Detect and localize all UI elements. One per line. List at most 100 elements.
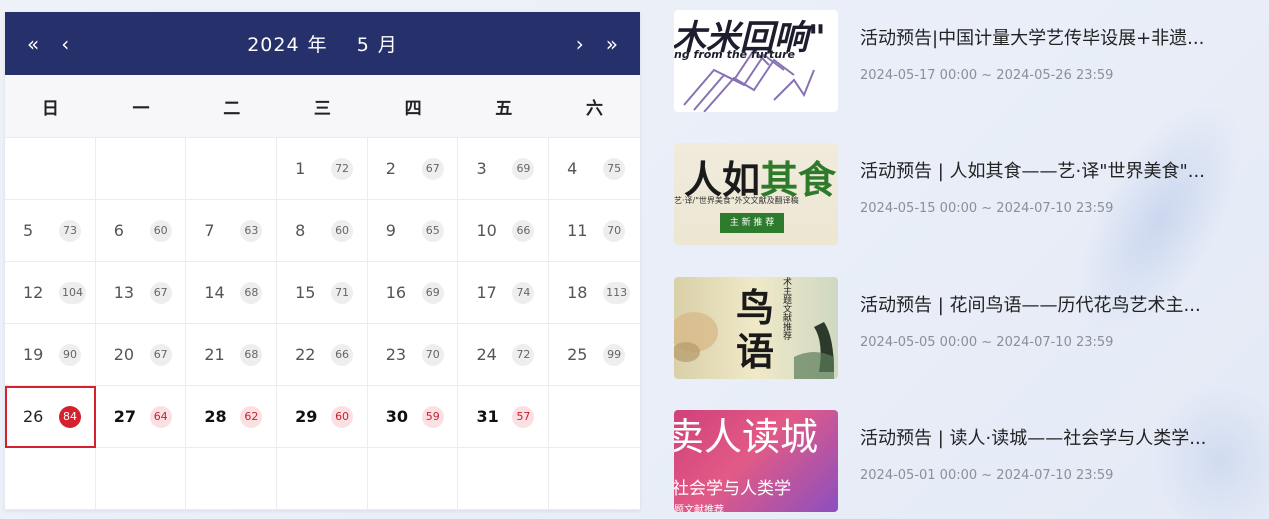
day-number: 23: [385, 345, 407, 364]
event-count-badge: 67: [421, 157, 444, 180]
day-number: 18: [567, 283, 588, 302]
day-number: 10: [476, 221, 497, 240]
calendar-day-cell[interactable]: 11 70: [549, 200, 640, 262]
day-number: 27: [113, 407, 136, 426]
calendar-day-cell[interactable]: 21 68: [186, 324, 278, 386]
calendar-year: 2024: [247, 34, 300, 56]
thumbnail-subtitle: ng from the furture: [674, 48, 795, 61]
event-item[interactable]: 鸟 语 术主题文献推荐 活动预告 | 花间鸟语——历代花鸟艺术主... 2024…: [674, 277, 1269, 387]
activity-calendar: « ‹ 2024 年 5月 › » 日 一 二 三 四 五 六 1 72 2 67 3 69…: [5, 12, 640, 510]
day-number: 31: [476, 407, 499, 426]
calendar-day-cell: [95, 138, 187, 200]
event-title[interactable]: 活动预告 | 人如其食——艺·译"世界美食"...: [860, 157, 1260, 183]
day-number: 29: [295, 407, 318, 426]
event-item[interactable]: 人如 其食 艺·译/"世界美食"外文文献及翻译稿 主 新 推 荐 活动预告 | …: [674, 143, 1269, 253]
day-number: 1: [295, 159, 306, 178]
calendar-day-cell: [95, 448, 187, 510]
event-title[interactable]: 活动预告 | 花间鸟语——历代花鸟艺术主...: [860, 291, 1260, 317]
event-count-badge: 67: [149, 281, 172, 304]
calendar-day-cell[interactable]: 1 72: [277, 138, 368, 200]
weekday-header-row: 日 一 二 三 四 五 六: [5, 75, 640, 138]
day-number: 30: [385, 407, 409, 426]
calendar-month-suffix: 月: [377, 34, 398, 56]
event-date: 2024-05-05 00:00 ~ 2024-07-10 23:59: [860, 335, 1114, 350]
calendar-day-cell: [549, 448, 640, 510]
day-number: 21: [204, 345, 225, 364]
prev-month-icon[interactable]: ‹: [61, 32, 69, 56]
calendar-nav-right: › »: [576, 12, 618, 75]
event-thumbnail[interactable]: 卖人读城 社会学与人类学 题文献推荐: [674, 410, 838, 512]
calendar-day-cell[interactable]: 8 60: [277, 200, 368, 262]
day-number: 15: [295, 283, 316, 302]
calendar-day-cell: [186, 448, 278, 510]
event-thumbnail[interactable]: 鸟 语 术主题文献推荐: [674, 277, 838, 379]
weekday-label: 五: [495, 98, 513, 119]
calendar-day-cell[interactable]: 16 69: [367, 262, 459, 324]
event-item[interactable]: 卖人读城 社会学与人类学 题文献推荐 活动预告 | 读人·读城——社会学与人类学…: [674, 410, 1269, 519]
thumbnail-subtitle: 艺·译/"世界美食"外文文献及翻译稿: [674, 196, 799, 205]
calendar-day-cell[interactable]: 30 59: [367, 386, 459, 448]
event-count-badge: 64: [149, 405, 172, 428]
event-count-badge: 65: [421, 219, 444, 242]
day-number: 4: [567, 159, 578, 178]
calendar-day-cell[interactable]: 17 74: [458, 262, 550, 324]
event-title[interactable]: 活动预告|中国计量大学艺传毕设展+非遗...: [860, 24, 1260, 50]
day-number: 22: [295, 345, 316, 364]
calendar-day-cell: [549, 386, 640, 448]
calendar-day-cell[interactable]: 12 104: [5, 262, 96, 324]
calendar-day-cell[interactable]: 4 75: [549, 138, 640, 200]
calendar-day-cell[interactable]: 3 69: [458, 138, 550, 200]
calendar-day-cell[interactable]: 19 90: [5, 324, 96, 386]
calendar-day-cell[interactable]: 22 66: [277, 324, 368, 386]
event-count-badge: 66: [331, 343, 354, 366]
calendar-day-cell[interactable]: 25 99: [549, 324, 640, 386]
calendar-day-cell[interactable]: 15 71: [277, 262, 368, 324]
event-thumbnail[interactable]: 人如 其食 艺·译/"世界美食"外文文献及翻译稿 主 新 推 荐: [674, 143, 838, 245]
calendar-day-cell[interactable]: 14 68: [186, 262, 278, 324]
calendar-day-cell[interactable]: 23 70: [367, 324, 459, 386]
calendar-day-cell[interactable]: 2 67: [367, 138, 459, 200]
calendar-day-cell[interactable]: 29 60: [277, 386, 368, 448]
prev-year-icon[interactable]: «: [27, 32, 39, 56]
thumbnail-side-text: 术主题文献推荐: [781, 277, 791, 340]
event-item[interactable]: 木米回响" ng from the furture 活动预告|中国计量大学艺传毕…: [674, 10, 1269, 120]
day-number: 19: [23, 345, 44, 364]
calendar-day-cell[interactable]: 27 64: [95, 386, 187, 448]
day-number: 17: [476, 283, 497, 302]
calendar-day-cell[interactable]: 20 67: [95, 324, 187, 386]
calendar-day-cell[interactable]: 26 84: [5, 386, 96, 448]
day-number: 6: [113, 221, 124, 240]
thumbnail-subtitle: 社会学与人类学: [674, 479, 791, 499]
event-count-badge: 99: [603, 343, 626, 366]
calendar-day-cell[interactable]: 10 66: [458, 200, 550, 262]
event-title[interactable]: 活动预告 | 读人·读城——社会学与人类学...: [860, 424, 1260, 450]
calendar-day-cell[interactable]: 31 57: [458, 386, 550, 448]
day-number: 24: [476, 345, 497, 364]
calendar-day-cell[interactable]: 6 60: [95, 200, 187, 262]
thumbnail-badge: 主 新 推 荐: [720, 213, 784, 233]
event-count-badge: 66: [512, 219, 535, 242]
thumbnail-title-b: 语: [736, 329, 775, 374]
event-count-badge: 72: [331, 157, 354, 180]
calendar-day-cell[interactable]: 7 63: [186, 200, 278, 262]
event-thumbnail[interactable]: 木米回响" ng from the furture: [674, 10, 838, 112]
calendar-day-cell[interactable]: 18 113: [549, 262, 640, 324]
next-year-icon[interactable]: »: [606, 32, 618, 56]
day-number: 26: [23, 407, 44, 426]
calendar-day-cell[interactable]: 9 65: [367, 200, 459, 262]
event-count-badge: 67: [149, 343, 172, 366]
calendar-grid: 1 72 2 67 3 69 4 75 5 73 6 60 7 63 8 60 9 65 10 66 11 70 12 104…: [5, 138, 640, 510]
day-number: 28: [204, 407, 227, 426]
event-count-badge: 59: [421, 405, 444, 428]
calendar-day-cell[interactable]: 24 72: [458, 324, 550, 386]
event-count-badge: 84: [59, 405, 81, 428]
event-count-badge: 68: [240, 281, 263, 304]
day-number: 11: [567, 221, 588, 240]
calendar-day-cell: [5, 138, 96, 200]
event-count-badge: 68: [240, 343, 263, 366]
calendar-day-cell[interactable]: 28 62: [186, 386, 278, 448]
calendar-day-cell[interactable]: 5 73: [5, 200, 96, 262]
calendar-day-cell[interactable]: 13 67: [95, 262, 187, 324]
event-count-badge: 72: [512, 343, 535, 366]
next-month-icon[interactable]: ›: [576, 32, 584, 56]
